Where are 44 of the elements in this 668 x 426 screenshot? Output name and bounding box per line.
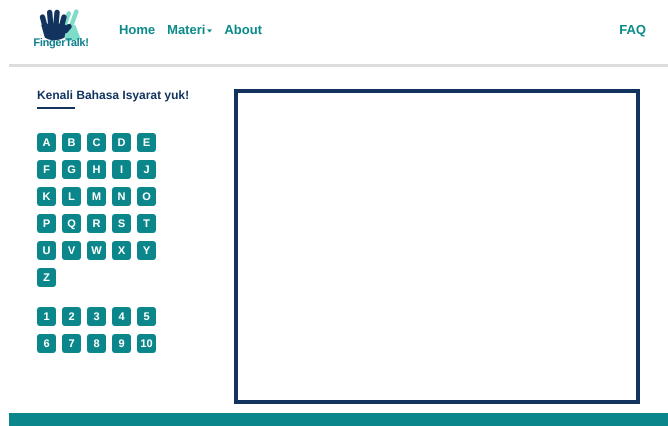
letter-button[interactable]: A [37, 133, 56, 152]
letter-button[interactable]: T [137, 214, 156, 233]
letter-button[interactable]: Y [137, 241, 156, 260]
letter-button[interactable]: F [37, 160, 56, 179]
letter-button[interactable]: I [112, 160, 131, 179]
number-button[interactable]: 10 [137, 334, 156, 353]
logo-text[interactable]: FingerTalk! [33, 37, 89, 49]
letter-button[interactable]: M [87, 187, 106, 206]
letter-button[interactable]: K [37, 187, 56, 206]
letter-button[interactable]: U [37, 241, 56, 260]
number-button[interactable]: 4 [112, 307, 131, 326]
letter-button[interactable]: V [62, 241, 81, 260]
caret-icon [207, 28, 212, 32]
nav-link[interactable]: Home [119, 22, 156, 36]
number-button[interactable]: 5 [137, 307, 156, 326]
letter-button[interactable]: O [137, 187, 156, 206]
letter-button[interactable]: G [62, 160, 81, 179]
letter-button[interactable]: Z [37, 268, 56, 287]
number-button[interactable]: 2 [62, 307, 81, 326]
letter-button[interactable]: B [62, 133, 81, 152]
letter-button[interactable]: J [137, 160, 156, 179]
letter-button[interactable]: X [112, 241, 131, 260]
letter-button[interactable]: W [87, 241, 106, 260]
nav-link[interactable]: Materi [167, 22, 212, 36]
letter-button[interactable]: S [112, 214, 131, 233]
letter-button[interactable]: N [112, 187, 131, 206]
number-button[interactable]: 6 [37, 334, 56, 353]
letter-button[interactable]: C [87, 133, 106, 152]
letter-button[interactable]: H [87, 160, 106, 179]
faq-link[interactable]: FAQ [619, 22, 646, 36]
letter-button[interactable]: Q [62, 214, 81, 233]
letter-button[interactable]: L [62, 187, 81, 206]
number-button[interactable]: 8 [87, 334, 106, 353]
letter-button[interactable]: E [137, 133, 156, 152]
number-button[interactable]: 9 [112, 334, 131, 353]
title-underline [37, 107, 75, 109]
letter-button[interactable]: R [87, 214, 106, 233]
number-button[interactable]: 7 [62, 334, 81, 353]
letter-button[interactable]: P [37, 214, 56, 233]
sidebar-title: Kenali Bahasa Isyarat yuk! [37, 88, 190, 102]
number-button[interactable]: 1 [37, 307, 56, 326]
letter-button[interactable]: D [112, 133, 131, 152]
number-button[interactable]: 3 [87, 307, 106, 326]
nav-link[interactable]: About [224, 22, 262, 36]
